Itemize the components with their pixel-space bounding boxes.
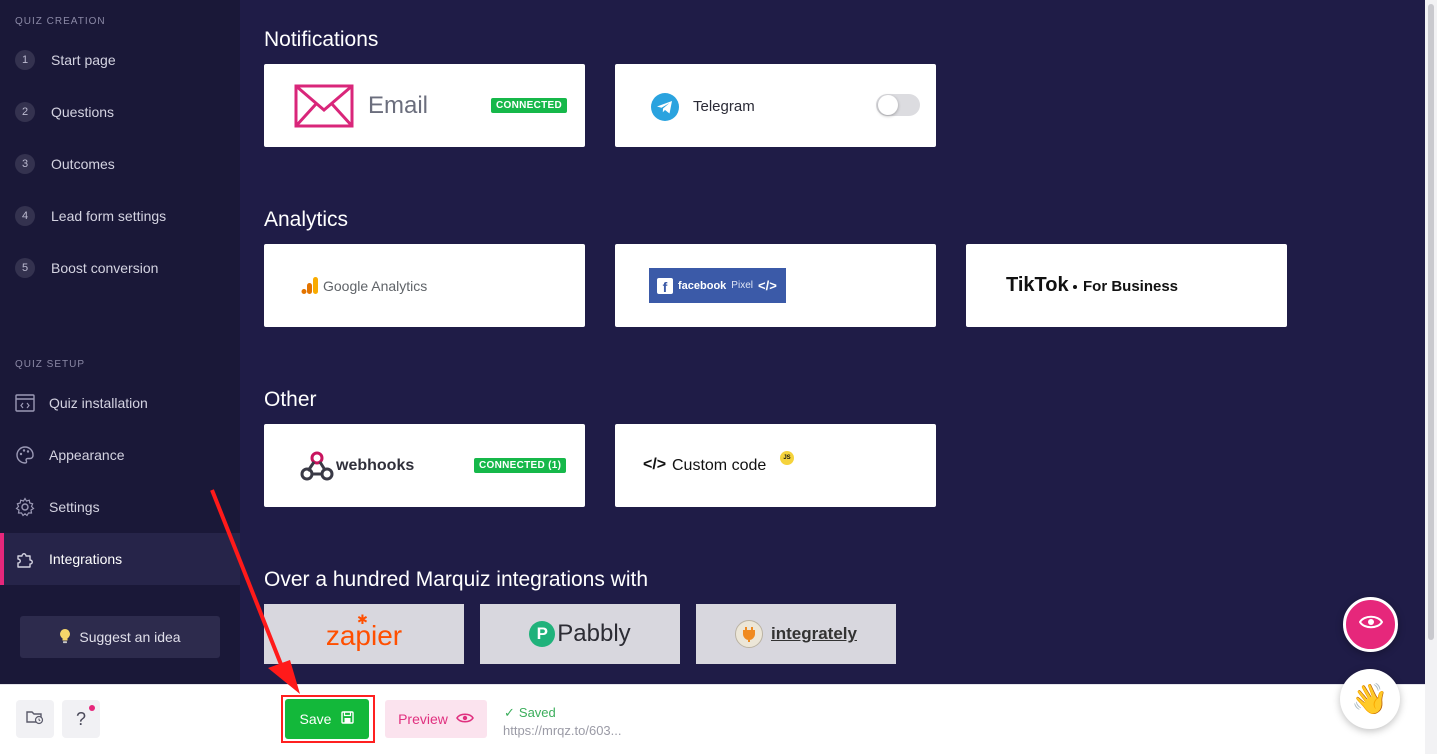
bottom-bar [0, 684, 1425, 754]
analytics-heading: Analytics [264, 208, 349, 231]
webhooks-icon [300, 450, 334, 487]
preview-label: Preview [398, 711, 448, 727]
facebook-icon: f [657, 277, 673, 294]
code-icon: </> [643, 456, 667, 473]
step-label: Outcomes [51, 156, 115, 172]
pixel-label: Pixel [731, 280, 753, 291]
saved-status: ✓ Saved [504, 705, 556, 721]
webhooks-card[interactable]: webhooks CONNECTED (1) [264, 424, 585, 507]
gear-icon [14, 496, 36, 518]
quiz-creation-title: QUIZ CREATION [15, 16, 106, 27]
pabbly-label: Pabbly [557, 620, 631, 647]
tiktok-label: TikTok [1006, 274, 1069, 296]
folder-icon [26, 709, 44, 730]
waving-hand-button[interactable]: 👋 [1340, 669, 1400, 729]
sidebar-item-integrations[interactable]: Integrations [0, 533, 240, 585]
step-number: 1 [15, 50, 35, 70]
telegram-toggle[interactable] [876, 94, 920, 116]
quiz-link[interactable]: https://mrqz.to/603... [503, 723, 622, 738]
step-label: Lead form settings [51, 208, 167, 224]
integrately-label: integrately [771, 624, 857, 643]
sidebar-step-boost-conversion[interactable]: 5 Boost conversion [0, 242, 240, 294]
help-button[interactable]: ? [62, 700, 100, 738]
waving-hand-icon: 👋 [1351, 682, 1389, 716]
email-label: Email [368, 92, 429, 119]
code-window-icon [14, 392, 36, 414]
sidebar: QUIZ CREATION 1 Start page 2 Questions 3… [0, 0, 240, 684]
sidebar-step-questions[interactable]: 2 Questions [0, 86, 240, 138]
facebook-label: facebook [678, 279, 727, 292]
suggest-idea-button[interactable]: Suggest an idea [20, 616, 220, 658]
connected-badge: CONNECTED (1) [474, 458, 567, 473]
preview-button[interactable]: Preview [385, 700, 487, 738]
step-label: Boost conversion [51, 260, 159, 276]
facebook-pixel-logo: f facebook Pixel </> [649, 268, 786, 303]
toggle-knob [878, 95, 898, 115]
save-label: Save [299, 711, 332, 727]
pabbly-partner-card[interactable]: P Pabbly [480, 604, 680, 664]
telegram-icon [651, 93, 679, 126]
sidebar-item-label: Settings [49, 499, 100, 515]
custom-code-card[interactable]: </> Custom code JS [615, 424, 936, 507]
integrately-plug-icon [735, 620, 763, 648]
eye-icon [1358, 614, 1383, 635]
tiktok-sub-label: For Business [1083, 278, 1179, 295]
step-number: 5 [15, 258, 35, 278]
sidebar-item-label: Integrations [49, 551, 123, 567]
sidebar-item-settings[interactable]: Settings [0, 481, 240, 533]
telegram-label: Telegram [693, 98, 755, 115]
google-analytics-card[interactable]: Google Analytics [264, 244, 585, 327]
eye-icon [455, 711, 474, 727]
sidebar-item-quiz-installation[interactable]: Quiz installation [0, 377, 240, 429]
other-heading: Other [264, 388, 317, 411]
step-label: Questions [51, 104, 115, 120]
scrollbar-thumb[interactable] [1428, 4, 1434, 640]
notifications-heading: Notifications [264, 28, 379, 51]
webhooks-label: webhooks [336, 457, 415, 474]
sidebar-item-label: Appearance [49, 447, 125, 463]
connected-badge: CONNECTED [491, 98, 568, 113]
zapier-partner-card[interactable]: ✱ zapier [264, 604, 464, 664]
palette-icon [14, 444, 36, 466]
vertical-scrollbar[interactable] [1425, 0, 1437, 754]
code-icon: </> [757, 278, 777, 293]
help-label: ? [75, 708, 86, 729]
sidebar-step-lead-form-settings[interactable]: 4 Lead form settings [0, 190, 240, 242]
facebook-pixel-card[interactable]: f facebook Pixel </> [615, 244, 936, 327]
envelope-icon [294, 84, 354, 133]
sidebar-item-appearance[interactable]: Appearance [0, 429, 240, 481]
sidebar-step-start-page[interactable]: 1 Start page [0, 34, 240, 86]
google-analytics-label: Google Analytics [323, 278, 428, 294]
custom-code-label: Custom code [672, 457, 767, 474]
lightbulb-icon [59, 628, 71, 647]
tiktok-dot-icon [1073, 285, 1077, 289]
saved-label: Saved [518, 705, 556, 720]
folder-button[interactable] [16, 700, 54, 738]
step-label: Start page [51, 52, 116, 68]
step-number: 4 [15, 206, 35, 226]
telegram-integration-card[interactable]: Telegram [615, 64, 936, 147]
puzzle-icon [14, 548, 36, 570]
email-integration-card[interactable]: Email CONNECTED [264, 64, 585, 147]
notification-dot-icon [89, 705, 95, 711]
check-icon: ✓ [504, 705, 515, 720]
quiz-setup-title: QUIZ SETUP [15, 359, 86, 370]
tiktok-card[interactable]: TikTok For Business [966, 244, 1287, 327]
google-analytics-icon [301, 277, 319, 300]
sidebar-item-label: Quiz installation [49, 395, 148, 411]
integrately-partner-card[interactable]: integrately [696, 604, 896, 664]
save-button[interactable]: Save [285, 699, 369, 739]
floppy-disk-icon [341, 711, 355, 727]
step-number: 2 [15, 102, 35, 122]
step-number: 3 [15, 154, 35, 174]
more-integrations-heading: Over a hundred Marquiz integrations with [264, 568, 649, 591]
preview-fab-button[interactable] [1343, 597, 1398, 652]
sidebar-step-outcomes[interactable]: 3 Outcomes [0, 138, 240, 190]
suggest-idea-label: Suggest an idea [79, 629, 181, 645]
pabbly-logo-icon: P [529, 621, 556, 647]
js-badge: JS [780, 451, 794, 465]
zapier-logo-icon: ✱ [357, 612, 368, 627]
